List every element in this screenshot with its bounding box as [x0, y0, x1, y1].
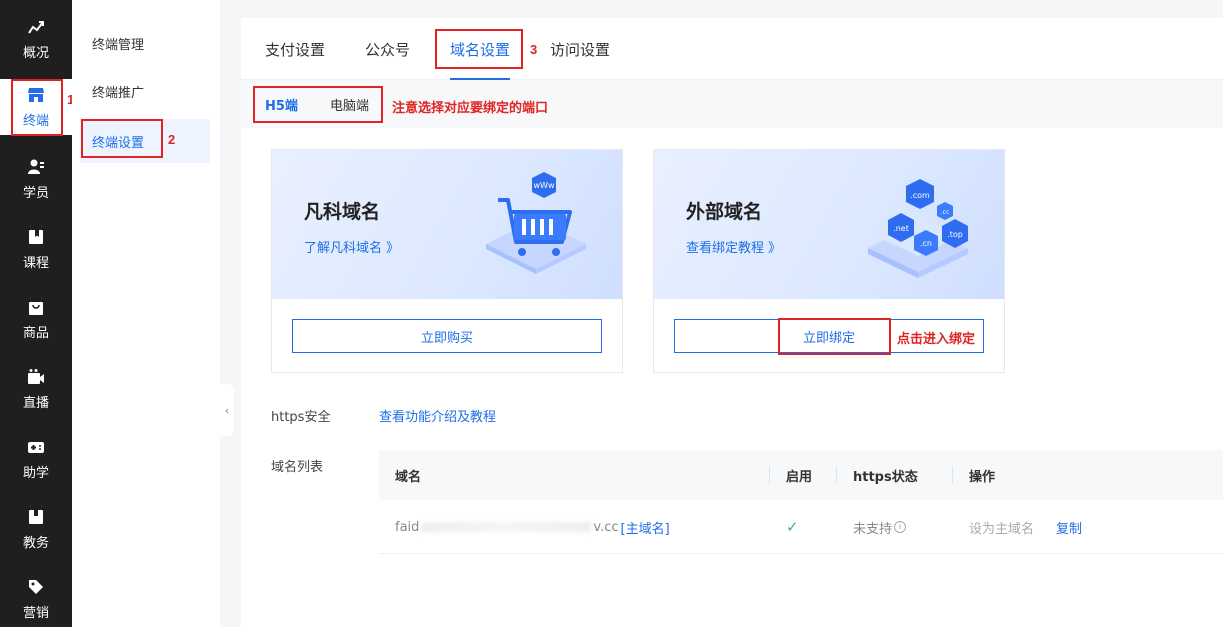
tab-domain-settings[interactable]: 域名设置 [450, 18, 511, 80]
net-badge-text: .net [893, 224, 909, 233]
sidebar-item-label: 课程 [22, 256, 49, 271]
course-book-icon [29, 230, 43, 244]
tab-access-settings[interactable]: 访问设置 [550, 18, 610, 80]
info-icon[interactable]: i [894, 521, 907, 533]
domain-badges-illustration-icon: .com .cc .net .top .cn [868, 179, 968, 278]
academic-icon [29, 510, 43, 524]
main-panel: 支付设置 公众号 域名设置 访问设置 H5端 电脑端 wWw 凡科域名 了解凡科… [241, 18, 1223, 627]
sidebar-item-label: 概况 [22, 46, 49, 61]
gamepad-icon [28, 442, 44, 453]
shopping-bag-icon [29, 302, 43, 315]
annotation-subtab-note: 注意选择对应要绑定的端口 [392, 101, 549, 116]
domain-cell: faid v.cc [主域名] [395, 500, 670, 554]
collapse-sidebar-button[interactable]: ‹ [220, 384, 234, 436]
card-banner: wWw 凡科域名 了解凡科域名 》 [272, 150, 622, 299]
platform-subtabs: H5端 电脑端 [241, 80, 1223, 128]
card-banner: .com .cc .net .top .cn 外部域名 查看绑定教程 》 [654, 150, 1004, 299]
column-divider [952, 466, 953, 484]
card-title: 外部域名 [686, 201, 763, 223]
submenu-item-terminal-management[interactable]: 终端管理 [80, 21, 210, 65]
https-status-text: 未支持 [853, 521, 893, 537]
domain-prefix: faid [395, 519, 420, 535]
sidebar-item-label: 教务 [22, 536, 49, 551]
sidebar-item-label: 助学 [22, 466, 49, 481]
domain-list-label: 域名列表 [271, 460, 324, 475]
sidebar-item-label: 直播 [22, 396, 49, 411]
sidebar-item-products[interactable]: 商品 [0, 288, 72, 350]
buy-now-button[interactable]: 立即购买 [292, 319, 602, 353]
copy-action[interactable]: 复制 [1056, 500, 1082, 554]
card-title: 凡科域名 [304, 201, 381, 223]
shopping-cart-illustration-icon: wWw [486, 172, 586, 274]
domain-redacted-blur [421, 522, 592, 532]
main-sidebar: 概况 终端 学员 课程 商品 直播 助学 教务 营销 [0, 0, 72, 627]
secondary-menu: 终端管理 终端推广 终端设置 [72, 0, 220, 627]
sidebar-item-assist[interactable]: 助学 [0, 428, 72, 490]
annotation-number-3: 3 [530, 42, 538, 57]
table-header: 域名 启用 https状态 操作 [379, 450, 1223, 500]
www-badge-text: wWw [534, 181, 555, 190]
column-header-enabled: 启用 [786, 469, 813, 485]
sidebar-item-courses[interactable]: 课程 [0, 218, 72, 280]
subtab-pc[interactable]: 电脑端 [330, 80, 369, 128]
sidebar-item-terminal[interactable]: 终端 [0, 79, 72, 135]
learn-fanke-domain-link[interactable]: 了解凡科域名 》 [304, 237, 399, 256]
https-security-label: https安全 [271, 410, 331, 425]
domain-suffix: v.cc [593, 519, 619, 535]
https-status-cell: 未支持 i [853, 500, 907, 554]
column-header-actions: 操作 [969, 469, 996, 485]
tab-official-account[interactable]: 公众号 [365, 18, 410, 80]
top-badge-text: .top [947, 230, 963, 239]
sidebar-item-label: 营销 [22, 606, 49, 621]
cn-badge-text: .cn [920, 239, 932, 248]
store-icon [28, 88, 44, 102]
sidebar-item-label: 终端 [22, 114, 49, 129]
annotation-bind-note: 点击进入绑定 [897, 332, 976, 347]
students-icon [28, 159, 44, 174]
annotation-number-2: 2 [168, 132, 176, 147]
cc-badge-text: .cc [941, 209, 950, 216]
sidebar-item-marketing[interactable]: 营销 [0, 568, 72, 627]
settings-tabs: 支付设置 公众号 域名设置 访问设置 [241, 18, 1223, 80]
column-divider [836, 466, 837, 484]
column-divider [769, 466, 770, 484]
primary-domain-tag: [主域名] [620, 521, 670, 537]
submenu-item-terminal-promotion[interactable]: 终端推广 [80, 69, 210, 113]
live-camera-icon [28, 369, 44, 384]
tag-icon [29, 580, 43, 594]
table-row: faid v.cc [主域名] ✓ 未支持 i 设为主域名 复制 [379, 500, 1223, 554]
https-tutorial-link[interactable]: 查看功能介绍及教程 [379, 406, 496, 425]
enabled-check-icon: ✓ [786, 518, 799, 536]
column-header-domain: 域名 [395, 469, 422, 485]
overview-chart-icon [28, 21, 44, 34]
subtab-h5[interactable]: H5端 [265, 80, 298, 128]
sidebar-item-academic[interactable]: 教务 [0, 498, 72, 560]
set-primary-domain-action[interactable]: 设为主域名 [969, 500, 1034, 554]
sidebar-item-label: 学员 [22, 186, 49, 201]
sidebar-item-live[interactable]: 直播 [0, 358, 72, 420]
binding-tutorial-link[interactable]: 查看绑定教程 》 [686, 237, 781, 256]
tab-payment-settings[interactable]: 支付设置 [265, 18, 325, 80]
fanke-domain-card: wWw 凡科域名 了解凡科域名 》 立即购买 [271, 149, 623, 373]
sidebar-item-label: 商品 [22, 326, 49, 341]
column-header-https-status: https状态 [853, 469, 918, 485]
sidebar-item-students[interactable]: 学员 [0, 148, 72, 210]
sidebar-item-overview[interactable]: 概况 [0, 8, 72, 70]
submenu-item-terminal-settings[interactable]: 终端设置 [80, 119, 210, 163]
chevron-left-icon: ‹ [224, 403, 230, 417]
com-badge-text: .com [910, 191, 930, 200]
